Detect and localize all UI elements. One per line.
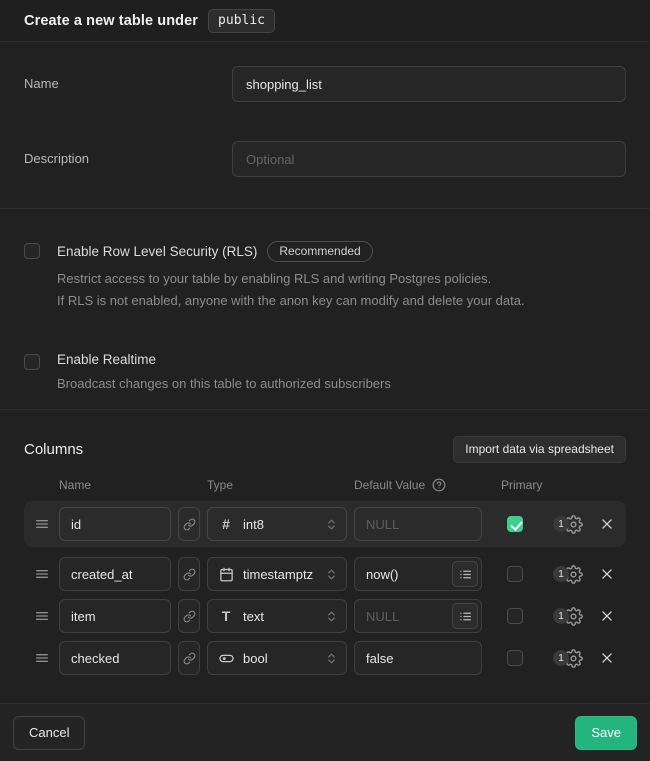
foreign-key-link-icon[interactable] xyxy=(178,599,200,633)
header-primary: Primary xyxy=(489,478,541,492)
foreign-key-link-icon[interactable] xyxy=(178,641,200,675)
hash-icon: # xyxy=(218,516,234,532)
header-default-value: Default Value xyxy=(354,478,425,492)
table-description-input[interactable] xyxy=(232,141,626,177)
settings-count-badge: 1 xyxy=(553,608,569,624)
rls-label: Enable Row Level Security (RLS) xyxy=(57,244,257,259)
primary-checkbox[interactable] xyxy=(507,566,523,582)
text-icon: T xyxy=(218,608,234,624)
table-name-input[interactable] xyxy=(232,66,626,102)
rls-toggle-block: Enable Row Level Security (RLS) Recommen… xyxy=(24,241,626,312)
name-form-row: Name xyxy=(24,66,626,102)
calendar-icon xyxy=(218,567,234,582)
column-type-select[interactable]: bool xyxy=(207,641,347,675)
name-label: Name xyxy=(24,66,232,91)
import-spreadsheet-button[interactable]: Import data via spreadsheet xyxy=(453,436,626,463)
column-type-label: timestamptz xyxy=(243,567,316,582)
column-name-input[interactable] xyxy=(59,641,171,675)
column-type-select[interactable]: timestamptz xyxy=(207,557,347,591)
remove-column-icon[interactable] xyxy=(595,567,619,581)
foreign-key-link-icon[interactable] xyxy=(178,507,200,541)
realtime-checkbox[interactable] xyxy=(24,354,40,370)
drag-handle-icon[interactable] xyxy=(34,566,52,582)
foreign-key-link-icon[interactable] xyxy=(178,557,200,591)
column-name-input[interactable] xyxy=(59,557,171,591)
drag-handle-icon[interactable] xyxy=(34,650,52,666)
basic-info-section: Name Description xyxy=(0,42,650,209)
column-type-select[interactable]: # int8 xyxy=(207,507,347,541)
column-type-label: text xyxy=(243,609,316,624)
columns-section: Columns Import data via spreadsheet Name… xyxy=(0,410,650,703)
primary-checkbox[interactable] xyxy=(507,608,523,624)
realtime-label: Enable Realtime xyxy=(57,352,156,367)
toggles-section: Enable Row Level Security (RLS) Recommen… xyxy=(0,209,650,410)
help-circle-icon[interactable] xyxy=(432,478,446,492)
chevron-updown-icon xyxy=(325,652,338,665)
columns-title: Columns xyxy=(24,441,83,458)
column-row: bool 1 xyxy=(24,641,626,675)
chevron-updown-icon xyxy=(325,568,338,581)
column-settings-button[interactable]: 1 xyxy=(548,515,588,534)
column-row: T text 1 xyxy=(24,599,626,633)
dialog-header: Create a new table under public xyxy=(0,0,650,42)
realtime-description: Broadcast changes on this table to autho… xyxy=(57,373,391,395)
rls-description: Restrict access to your table by enablin… xyxy=(57,268,525,312)
remove-column-icon[interactable] xyxy=(595,651,619,665)
column-name-input[interactable] xyxy=(59,507,171,541)
description-form-row: Description xyxy=(24,141,626,177)
description-label: Description xyxy=(24,141,232,166)
rls-checkbox[interactable] xyxy=(24,243,40,259)
save-button[interactable]: Save xyxy=(575,716,637,750)
settings-count-badge: 1 xyxy=(553,650,569,666)
column-name-input[interactable] xyxy=(59,599,171,633)
column-settings-button[interactable]: 1 xyxy=(548,607,588,626)
dialog-footer: Cancel Save xyxy=(0,703,650,761)
recommended-badge: Recommended xyxy=(267,241,372,262)
column-type-label: int8 xyxy=(243,517,316,532)
primary-checkbox[interactable] xyxy=(507,516,523,532)
column-settings-button[interactable]: 1 xyxy=(548,649,588,668)
default-suggestions-icon[interactable] xyxy=(452,561,478,587)
chevron-updown-icon xyxy=(325,610,338,623)
settings-count-badge: 1 xyxy=(553,516,569,532)
default-value-input[interactable] xyxy=(354,507,482,541)
column-row: timestamptz 1 xyxy=(24,557,626,591)
toggle-icon xyxy=(218,651,234,666)
remove-column-icon[interactable] xyxy=(595,517,619,531)
default-value-input[interactable] xyxy=(354,641,482,675)
default-suggestions-icon[interactable] xyxy=(452,603,478,629)
realtime-toggle-block: Enable Realtime Broadcast changes on thi… xyxy=(24,352,626,395)
primary-checkbox[interactable] xyxy=(507,650,523,666)
settings-count-badge: 1 xyxy=(553,566,569,582)
column-row: # int8 1 xyxy=(24,501,626,547)
remove-column-icon[interactable] xyxy=(595,609,619,623)
drag-handle-icon[interactable] xyxy=(34,608,52,624)
header-type: Type xyxy=(207,478,347,492)
columns-rows: # int8 1 xyxy=(24,501,626,675)
chevron-updown-icon xyxy=(325,518,338,531)
column-settings-button[interactable]: 1 xyxy=(548,565,588,584)
drag-handle-icon[interactable] xyxy=(34,516,52,532)
column-type-label: bool xyxy=(243,651,316,666)
column-type-select[interactable]: T text xyxy=(207,599,347,633)
header-name: Name xyxy=(59,478,171,492)
dialog-title: Create a new table under xyxy=(24,13,198,29)
cancel-button[interactable]: Cancel xyxy=(13,716,85,750)
schema-badge: public xyxy=(208,9,275,33)
columns-table-header: Name Type Default Value Primary xyxy=(24,478,626,492)
